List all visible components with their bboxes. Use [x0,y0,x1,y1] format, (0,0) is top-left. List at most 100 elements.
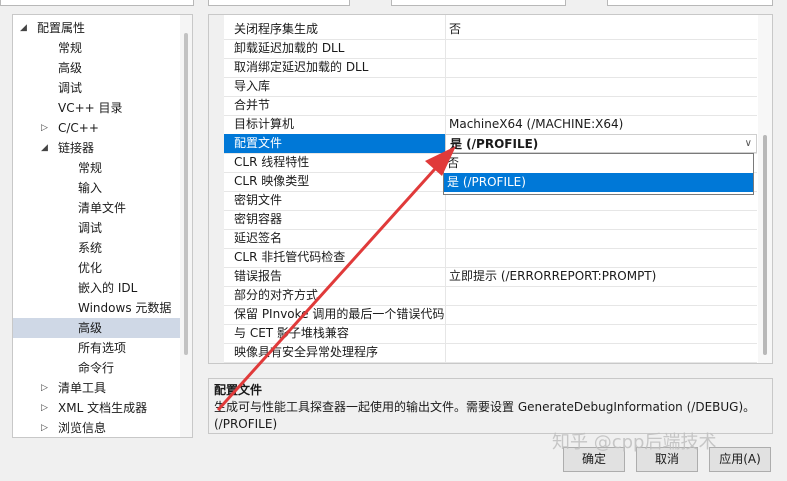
tree-item[interactable]: 调试 [13,218,180,238]
property-row[interactable]: 保留 PInvoke 调用的最后一个错误代码 [224,305,757,325]
collapse-arrow-icon[interactable]: ◢ [20,18,27,38]
property-row[interactable]: 关闭程序集生成 否 [224,20,757,40]
tree-item-label: 所有选项 [78,341,127,355]
tree-item[interactable]: 嵌入的 IDL [13,278,180,298]
property-name: 关闭程序集生成 [234,22,319,36]
tree-item[interactable]: 调试 [13,78,180,98]
dropdown-option-yes-profile[interactable]: 是 (/PROFILE) [444,173,753,192]
property-row[interactable]: 配置文件 是 (/PROFILE) ∨ [224,134,757,154]
tree-item-label: 清单文件 [78,201,127,215]
tree-item[interactable]: 清单文件 [13,198,180,218]
grid-scrollbar-thumb[interactable] [763,135,767,355]
property-name: 配置文件 [234,136,283,150]
tree-item-label: 调试 [58,81,83,95]
description-title: 配置文件 [214,383,263,397]
tree-item-label: 常规 [58,41,83,55]
property-value: 是 (/PROFILE) [450,137,539,151]
property-row[interactable]: 目标计算机 MachineX64 (/MACHINE:X64) [224,115,757,135]
profile-dropdown-list[interactable]: 否 是 (/PROFILE) [443,153,754,195]
tree-item-label: 系统 [78,241,103,255]
grid-scrollbar[interactable] [758,15,772,363]
top-right-box-edge[interactable] [607,0,773,6]
property-value[interactable]: 否 [449,20,461,39]
tree-item-label: Windows 元数据 [78,301,172,315]
tree-item-label: 优化 [78,261,103,275]
top-strip [0,0,787,14]
property-value[interactable]: MachineX64 (/MACHINE:X64) [449,115,623,134]
property-name: 部分的对齐方式 [234,288,319,302]
expand-arrow-icon[interactable]: ▷ [41,398,48,418]
tree-item[interactable]: 高级 [13,58,180,78]
tree-item[interactable]: ▷ XML 文档生成器 [13,398,180,418]
tree-item-label: 高级 [78,321,103,335]
tree-item[interactable]: ◢ 配置属性 [13,18,180,38]
tree-item-label: 配置属性 [37,21,86,35]
tree-item[interactable]: VC++ 目录 [13,98,180,118]
property-name: 保留 PInvoke 调用的最后一个错误代码 [234,307,445,321]
expand-arrow-icon[interactable]: ▷ [41,118,48,138]
collapse-arrow-icon[interactable]: ◢ [41,138,48,158]
property-name: 与 CET 影子堆栈兼容 [234,326,349,340]
tree-item-label: 常规 [78,161,103,175]
tree-item-label: 调试 [78,221,103,235]
property-row[interactable]: 映像具有安全异常处理程序 [224,343,757,363]
property-row[interactable]: 卸载延迟加载的 DLL [224,39,757,59]
tree-item[interactable]: 优化 [13,258,180,278]
chevron-down-icon[interactable]: ∨ [745,135,752,153]
tree-item-label: 浏览信息 [58,421,107,435]
property-name: CLR 非托管代码检查 [234,250,346,264]
property-row[interactable]: 部分的对齐方式 [224,286,757,306]
tree-item-label: 命令行 [78,361,115,375]
property-tree[interactable]: ◢ 配置属性 常规 高级 调试 VC++ 目录 ▷ C/C++ ◢ 链接器 常规 输入 清单文件 调试 系统… [12,14,193,438]
watermark: 知乎 @cpp后端技术 [552,432,717,453]
tree-item[interactable]: 所有选项 [13,338,180,358]
tree-item-label: C/C++ [58,121,99,135]
platform-combo-edge[interactable] [208,0,350,6]
tree-item-label: 链接器 [58,141,95,155]
tree-scrollbar-thumb[interactable] [184,33,188,355]
tree-item[interactable]: 命令行 [13,358,180,378]
tree-item[interactable]: ▷ C/C++ [13,118,180,138]
configuration-combo-edge[interactable] [0,0,194,6]
property-row[interactable]: 密钥容器 [224,210,757,230]
property-name: 映像具有安全异常处理程序 [234,345,379,359]
property-name: 合并节 [234,98,271,112]
property-row[interactable]: 错误报告 立即提示 (/ERRORREPORT:PROMPT) [224,267,757,287]
property-name: 卸载延迟加载的 DLL [234,41,345,55]
expand-arrow-icon[interactable]: ▷ [41,418,48,437]
tree-item-label: 输入 [78,181,103,195]
tree-item[interactable]: Windows 元数据 [13,298,180,318]
tree-item[interactable]: ▷ 清单工具 [13,378,180,398]
tree-item-label: VC++ 目录 [58,101,123,115]
property-row[interactable]: 延迟签名 [224,229,757,249]
property-name: 错误报告 [234,269,283,283]
dropdown-option-no[interactable]: 否 [444,154,753,173]
tree-item-label: XML 文档生成器 [58,401,148,415]
tree-item[interactable]: ▷ 浏览信息 [13,418,180,437]
property-name: 密钥文件 [234,193,283,207]
tree-item[interactable]: 输入 [13,178,180,198]
profile-value-combo[interactable]: 是 (/PROFILE) ∨ [445,134,757,153]
property-name: 延迟签名 [234,231,283,245]
tree-item-label: 清单工具 [58,381,107,395]
property-row[interactable]: 与 CET 影子堆栈兼容 [224,324,757,344]
tree-item[interactable]: ◢ 链接器 [13,138,180,158]
property-name: 导入库 [234,79,271,93]
tree-item[interactable]: 常规 [13,158,180,178]
grid-gutter [209,15,224,363]
tree-item[interactable]: 系统 [13,238,180,258]
property-row[interactable]: 导入库 [224,77,757,97]
expand-arrow-icon[interactable]: ▷ [41,378,48,398]
property-value[interactable]: 立即提示 (/ERRORREPORT:PROMPT) [449,267,656,286]
tree-scrollbar[interactable] [180,15,192,437]
apply-button[interactable]: 应用(A) [709,447,771,472]
property-name: CLR 映像类型 [234,174,310,188]
property-name: 目标计算机 [234,117,295,131]
config-manager-button-edge[interactable] [391,0,566,6]
tree-item[interactable]: 常规 [13,38,180,58]
tree-item[interactable]: 高级 [13,318,180,338]
property-row[interactable]: 合并节 [224,96,757,116]
property-row[interactable]: CLR 非托管代码检查 [224,248,757,268]
property-row[interactable]: 取消绑定延迟加载的 DLL [224,58,757,78]
property-name: CLR 线程特性 [234,155,310,169]
